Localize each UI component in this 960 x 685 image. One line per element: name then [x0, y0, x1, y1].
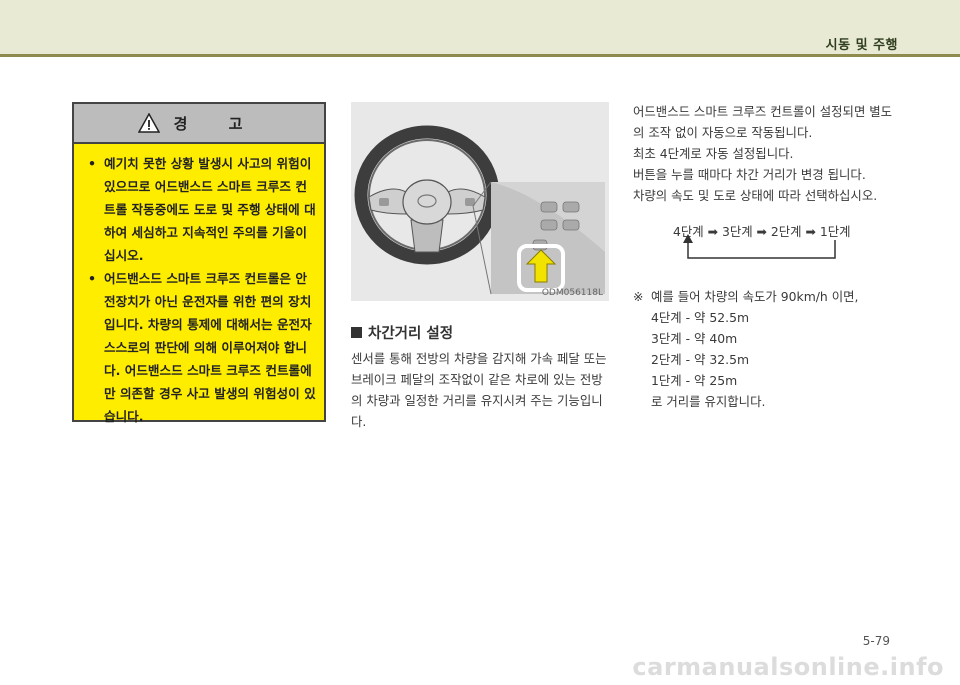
right-line: 차량의 속도 및 도로 상태에 따라 선택하십시오.	[633, 188, 878, 203]
example-intro-row: ※ 예를 들어 차량의 속도가 90km/h 이면,	[633, 286, 895, 307]
warning-triangle-icon	[137, 113, 160, 133]
warning-title: 경 고	[173, 114, 261, 133]
cycle-return-arrow	[683, 234, 836, 259]
steering-wheel-illustration	[354, 125, 605, 295]
section-body: 센서를 통해 전방의 차량을 감지해 가속 페달 또는 브레이크 페달의 조작없…	[351, 348, 609, 432]
section-heading: 차간거리 설정	[351, 322, 453, 343]
header-divider	[0, 54, 960, 57]
right-line: 최초 4단계로 자동 설정됩니다.	[633, 146, 794, 161]
warning-list: 예기치 못한 상황 발생시 사고의 위험이 있으므로 어드밴스드 스마트 크루즈…	[74, 144, 324, 428]
example-intro: 예를 들어 차량의 속도가 90km/h 이면,	[651, 289, 859, 304]
section-body-text: 센서를 통해 전방의 차량을 감지해 가속 페달 또는 브레이크 페달의 조작없…	[351, 351, 607, 429]
right-paragraph: 어드밴스드 스마트 크루즈 컨트롤이 설정되면 별도의 조작 없이 자동으로 작…	[633, 104, 893, 140]
right-column: 어드밴스드 스마트 크루즈 컨트롤이 설정되면 별도의 조작 없이 자동으로 작…	[633, 101, 895, 206]
example-line: 4단계 - 약 52.5m	[651, 310, 750, 325]
example-line: 3단계 - 약 40m	[651, 331, 738, 346]
warning-header: 경 고	[74, 104, 324, 144]
right-line: 버튼을 누를 때마다 차간 거리가 변경 됩니다.	[633, 167, 866, 182]
watermark: carmanualsonline.info	[632, 653, 944, 681]
warning-item: 예기치 못한 상황 발생시 사고의 위험이 있으므로 어드밴스드 스마트 크루즈…	[84, 152, 316, 267]
square-bullet-icon	[351, 327, 362, 338]
example-block: ※ 예를 들어 차량의 속도가 90km/h 이면, 4단계 - 약 52.5m…	[633, 286, 895, 412]
reference-mark: ※	[633, 289, 644, 304]
header-band	[0, 0, 960, 54]
section-title: 시동 및 주행	[825, 38, 898, 53]
steering-wheel-figure: ODM056118L	[351, 102, 609, 301]
example-line: 2단계 - 약 32.5m	[651, 352, 750, 367]
page-number: 5-79	[862, 634, 890, 648]
warning-item: 어드밴스드 스마트 크루즈 컨트롤은 안전장치가 아닌 운전자를 위한 편의 장…	[84, 267, 316, 428]
distance-steps: 4단계 ➡ 3단계 ➡ 2단계 ➡ 1단계	[633, 222, 895, 264]
example-line: 1단계 - 약 25m	[651, 373, 738, 388]
section-heading-text: 차간거리 설정	[368, 326, 454, 342]
figure-code: ODM056118L	[541, 288, 603, 298]
warning-box: 경 고 예기치 못한 상황 발생시 사고의 위험이 있으므로 어드밴스드 스마트…	[72, 102, 326, 424]
example-line: 로 거리를 유지합니다.	[651, 394, 766, 409]
